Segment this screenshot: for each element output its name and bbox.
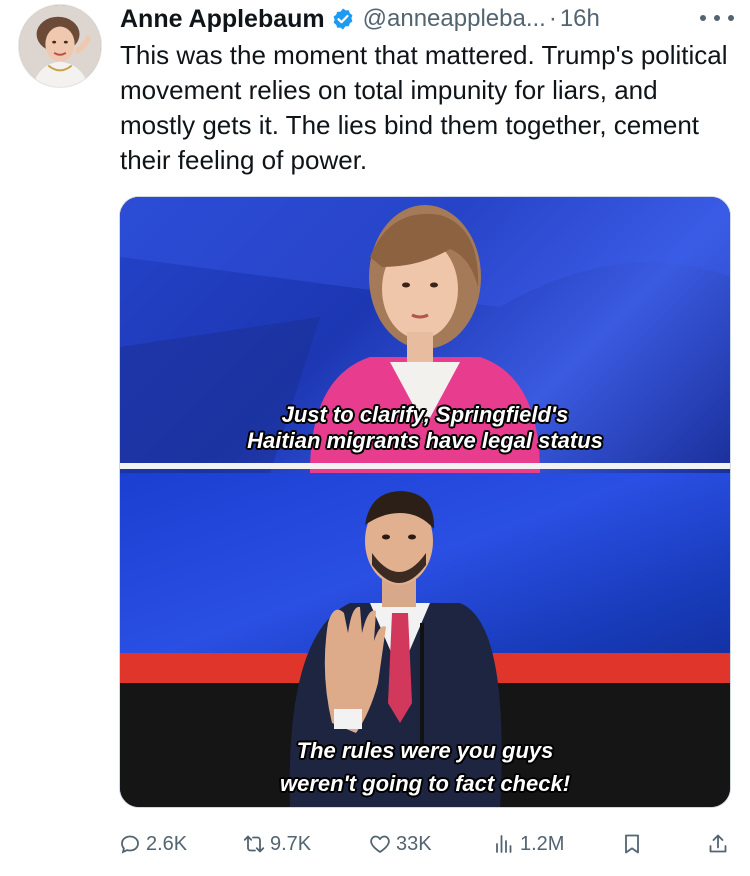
reply-count: 2.6K xyxy=(146,832,188,855)
bottom-caption-line2: weren't going to fact check! xyxy=(279,771,571,796)
share-icon xyxy=(709,834,727,853)
author-avatar[interactable] xyxy=(18,4,102,88)
top-caption-line2: Haitian migrants have legal status xyxy=(247,428,603,453)
bottom-caption-line1: The rules were you guys xyxy=(296,738,554,763)
media-top-panel: Just to clarify, Springfield's Haitian m… xyxy=(120,197,730,473)
like-button[interactable]: 33K xyxy=(368,826,432,862)
views-button[interactable]: 1.2M xyxy=(492,826,564,862)
tweet-action-bar: 2.6K 9.7K 33K 1.2M xyxy=(118,826,734,862)
repost-count: 9.7K xyxy=(270,832,312,855)
verified-badge-icon xyxy=(331,7,355,31)
share-button[interactable] xyxy=(706,826,734,862)
author-avatar-image xyxy=(19,5,101,87)
author-name[interactable]: Anne Applebaum xyxy=(120,5,325,34)
author-handle[interactable]: @anneappleba... xyxy=(363,5,546,33)
tweet-media[interactable]: Just to clarify, Springfield's Haitian m… xyxy=(119,196,731,808)
separator-dot: · xyxy=(548,5,557,32)
tweet-header: Anne Applebaum @anneappleba... · 16h xyxy=(120,2,600,36)
view-count: 1.2M xyxy=(520,832,565,855)
repost-icon xyxy=(243,835,265,853)
repost-button[interactable]: 9.7K xyxy=(242,826,311,862)
top-caption-line1: Just to clarify, Springfield's xyxy=(281,402,569,427)
bookmark-icon xyxy=(625,834,639,854)
stage-stripe xyxy=(120,463,730,469)
more-dots-icon[interactable] xyxy=(700,6,734,30)
tweet-timestamp[interactable]: 16h xyxy=(560,5,600,33)
views-icon xyxy=(496,835,512,853)
reply-icon xyxy=(121,835,139,854)
reply-button[interactable]: 2.6K xyxy=(118,826,187,862)
tweet-body: This was the moment that mattered. Trump… xyxy=(120,40,728,175)
media-bottom-panel: The rules were you guys weren't going to… xyxy=(120,473,730,807)
like-icon xyxy=(370,835,390,853)
like-count: 33K xyxy=(396,832,432,855)
bookmark-button[interactable] xyxy=(620,826,648,862)
